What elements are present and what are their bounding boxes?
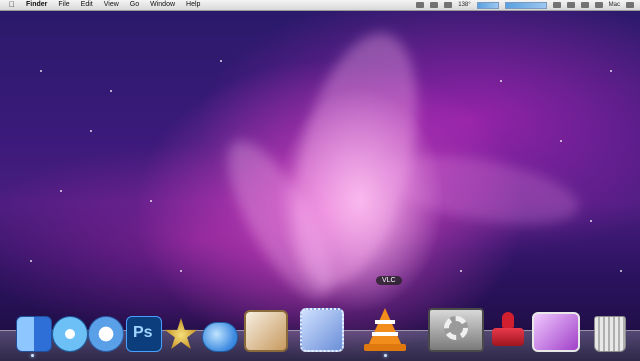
- menu-window[interactable]: Window: [150, 0, 175, 10]
- safari-icon[interactable]: [52, 316, 88, 352]
- bluetooth-icon[interactable]: [552, 2, 561, 8]
- imovie-icon[interactable]: [164, 318, 198, 349]
- gear-icon: [444, 316, 468, 340]
- photo-booth-icon[interactable]: [532, 312, 580, 352]
- vlc-stripe-2: [372, 332, 398, 336]
- cpu-meter[interactable]: [476, 1, 499, 9]
- system-preferences-icon[interactable]: [428, 308, 484, 352]
- vlc-cone: [368, 308, 402, 346]
- ichat-icon[interactable]: [202, 322, 238, 352]
- status-icon-1[interactable]: [416, 2, 425, 8]
- photoshop-label: Ps: [133, 324, 153, 341]
- stamp-base: [492, 328, 524, 346]
- dock: Ps: [8, 296, 638, 360]
- stamp-app-icon[interactable]: [490, 312, 526, 352]
- menu-help[interactable]: Help: [186, 0, 200, 10]
- menu-app-finder[interactable]: Finder: [26, 0, 47, 10]
- itunes-icon[interactable]: [88, 316, 124, 352]
- wifi-icon[interactable]: [566, 2, 575, 8]
- preview-icon[interactable]: [244, 310, 288, 352]
- menu-bar:  Finder File Edit View Go Window Help 1…: [0, 0, 640, 11]
- menu-go[interactable]: Go: [130, 0, 139, 10]
- finder-icon[interactable]: [16, 316, 52, 352]
- stamp-handle: [502, 312, 514, 328]
- apple-menu-icon[interactable]: : [8, 0, 16, 10]
- finder-running-indicator: [31, 354, 34, 357]
- menu-file[interactable]: File: [58, 0, 69, 10]
- temperature-readout[interactable]: 138°: [458, 0, 470, 10]
- vlc-base: [364, 344, 406, 351]
- menu-view[interactable]: View: [104, 0, 119, 10]
- dock-tooltip: VLC: [376, 276, 402, 285]
- status-icon-3[interactable]: [444, 2, 453, 8]
- mail-icon[interactable]: [300, 308, 344, 352]
- volume-icon[interactable]: [580, 2, 589, 8]
- user-name[interactable]: Mac: [609, 0, 620, 10]
- trash-icon[interactable]: [594, 316, 626, 352]
- spotlight-icon[interactable]: [626, 2, 634, 8]
- vlc-running-indicator: [384, 354, 387, 357]
- activity-meter[interactable]: [504, 1, 547, 9]
- vlc-stripe-1: [375, 320, 395, 324]
- status-icon-2[interactable]: [430, 2, 439, 8]
- photoshop-icon[interactable]: Ps: [126, 316, 162, 352]
- menu-edit[interactable]: Edit: [81, 0, 93, 10]
- battery-icon[interactable]: [594, 2, 603, 8]
- vlc-icon[interactable]: [364, 308, 406, 352]
- status-area: 138° Mac: [416, 0, 634, 10]
